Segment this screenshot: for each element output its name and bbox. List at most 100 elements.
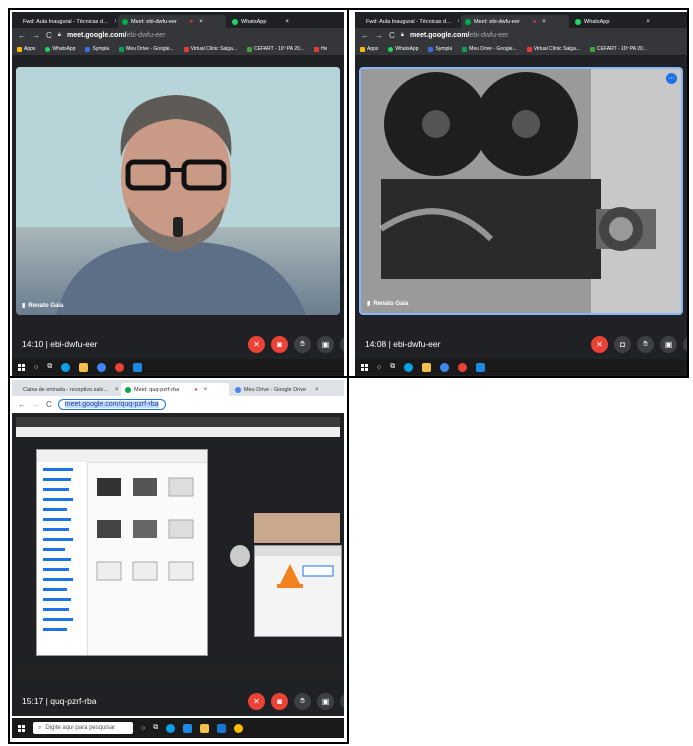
chrome-alt-icon[interactable] [458, 362, 468, 372]
mic-off-icon[interactable]: ✕ [248, 692, 265, 710]
pin-icon: ▮ [22, 303, 26, 309]
task-view-icon[interactable]: ⧉ [153, 724, 158, 732]
bookmark-sympla[interactable]: Sympla [85, 46, 109, 52]
camera-icon[interactable]: ◘ [614, 335, 631, 353]
chrome-icon[interactable] [97, 362, 107, 372]
bookmark-whatsapp[interactable]: WhatsApp [388, 46, 418, 52]
tab-email[interactable]: Fwd: Aula Inaugural - Técnicas d…× [359, 15, 459, 28]
camera-off-icon[interactable]: ◙ [271, 692, 288, 710]
chrome-alt-icon[interactable] [115, 362, 125, 372]
bookmark-drive[interactable]: Meu Drive - Google... [462, 46, 517, 52]
raise-hand-icon[interactable]: ✋︎ [294, 692, 311, 710]
grid-line-bottom [8, 742, 348, 744]
search-icon[interactable]: ○ [34, 364, 38, 371]
participant-name: ▮ Renato Gaia [22, 302, 64, 310]
meet-window-film-camera: Fwd: Aula Inaugural - Técnicas d…× Meet:… [355, 12, 687, 376]
screenshot-grid: Fwd: Aula Inaugural - Técnicas d…× Meet:… [8, 8, 689, 744]
camera-off-icon[interactable]: ◙ [271, 335, 288, 353]
tab-drive[interactable]: Meu Drive - Google Drive × [231, 383, 339, 396]
app-icon[interactable] [133, 362, 143, 372]
tab-email[interactable]: Fwd: Aula Inaugural - Técnicas d…× [16, 15, 116, 28]
windows-start-icon[interactable] [18, 363, 25, 371]
tab-email[interactable]: Caixa de entrada - receptivo.salv… × [16, 383, 119, 396]
windows-start-icon[interactable] [361, 363, 368, 371]
more-options-icon[interactable]: ⋯ [666, 73, 677, 84]
file-explorer-window [36, 449, 208, 656]
back-icon[interactable]: ← [18, 31, 26, 40]
bookmark-he[interactable]: He [313, 46, 327, 52]
bookmark-cefart[interactable]: CEFART - 10º PA 20... [247, 46, 304, 52]
pin-icon: ▮ [367, 301, 371, 307]
nested-address-bar [16, 427, 340, 437]
video-tile-renato[interactable]: ⋯ ▮ Renato Gaia [359, 67, 683, 315]
more-options-icon[interactable]: ⋮ [340, 335, 344, 353]
address-bar[interactable]: meet.google.com/ebi-dwfu-eer [410, 32, 508, 39]
edge-icon[interactable] [166, 723, 176, 733]
tab-meet[interactable]: Meet: ebi-dwfu-eer ● × [461, 15, 569, 28]
tab-meet[interactable]: Meet: ebi-dwfu-eer ● × [118, 15, 226, 28]
more-options-icon[interactable]: ⋮ [340, 692, 344, 710]
task-view-icon[interactable]: ⧉ [390, 363, 395, 371]
bookmark-apps[interactable]: Apps [360, 46, 378, 52]
windows-start-icon[interactable] [18, 724, 25, 732]
participant-video [16, 67, 340, 315]
cortana-icon[interactable]: ○ [141, 725, 145, 732]
search-icon[interactable]: ○ [377, 364, 381, 371]
media-player-window [254, 545, 342, 637]
nested-browser-tabs [16, 417, 340, 427]
edge-icon[interactable] [61, 362, 71, 372]
raise-hand-icon[interactable]: ✋︎ [294, 335, 311, 353]
forward-icon[interactable]: → [375, 31, 383, 40]
reload-icon[interactable]: C [46, 31, 52, 40]
raise-hand-icon[interactable]: ✋︎ [637, 335, 654, 353]
present-icon[interactable]: ▣ [317, 335, 334, 353]
address-bar[interactable]: meet.google.com/quq-pzrf-rba [57, 399, 166, 410]
mail-icon[interactable] [217, 723, 227, 733]
tab-whatsapp[interactable]: WhatsApp × [228, 15, 316, 28]
participant-name: ▮ Renato Gaia [367, 300, 409, 308]
back-icon[interactable]: ← [361, 31, 369, 40]
meeting-time-code: 15:17 | quq-pzrf-rba [22, 696, 97, 706]
present-icon[interactable]: ▣ [660, 335, 677, 353]
forward-icon[interactable]: → [32, 31, 40, 40]
bookmark-virtual[interactable]: Virtual Clínic Salga... [526, 46, 580, 52]
tab-meet[interactable]: Meet: quq-pzrf-rba ● × [121, 383, 229, 396]
address-bar[interactable]: meet.google.com/ebi-dwfu-eer [67, 32, 165, 39]
bookmark-apps[interactable]: Apps [17, 46, 35, 52]
grid-line-right [687, 8, 689, 378]
edge-icon[interactable] [404, 362, 414, 372]
participant-video [254, 513, 340, 543]
shared-screen[interactable] [16, 417, 342, 679]
grid-line-center [347, 8, 349, 744]
taskbar-search-input[interactable]: ⌕ Digite aqui para pesquisar [33, 722, 133, 734]
app-icon[interactable] [476, 362, 486, 372]
mic-off-icon[interactable]: ✕ [591, 335, 608, 353]
nested-taskbar [16, 665, 340, 679]
reload-icon[interactable]: C [46, 400, 52, 409]
film-camera-image [361, 69, 681, 313]
reload-icon[interactable]: C [389, 31, 395, 40]
grid-line-left [8, 8, 10, 744]
task-view-icon[interactable]: ⧉ [47, 363, 52, 371]
bookmark-cefart[interactable]: CEFART - 10º PA 20... [590, 46, 647, 52]
forward-icon[interactable]: → [32, 400, 40, 409]
tab-whatsapp[interactable]: WhatsApp × [571, 15, 679, 28]
chrome-icon[interactable] [234, 723, 244, 733]
bookmark-virtual[interactable]: Virtual Clínic Salga... [183, 46, 237, 52]
lock-icon: 🔒︎ [400, 32, 404, 38]
store-icon[interactable] [183, 723, 193, 733]
bookmark-whatsapp[interactable]: WhatsApp [45, 46, 75, 52]
back-icon[interactable]: ← [18, 400, 26, 409]
lock-icon: 🔒︎ [57, 32, 61, 38]
meeting-time-code: 14:08 | ebi-dwfu-eer [365, 339, 441, 349]
chrome-icon[interactable] [440, 362, 450, 372]
explorer-icon[interactable] [200, 723, 210, 733]
explorer-icon[interactable] [422, 362, 432, 372]
meeting-time-code: 14:10 | ebi-dwfu-eer [22, 339, 98, 349]
bookmark-sympla[interactable]: Sympla [428, 46, 452, 52]
bookmark-drive[interactable]: Meu Drive - Google... [119, 46, 174, 52]
present-icon[interactable]: ▣ [317, 692, 334, 710]
mic-off-icon[interactable]: ✕ [248, 335, 265, 353]
video-tile-renato[interactable]: ▮ Renato Gaia [16, 67, 340, 315]
explorer-icon[interactable] [79, 362, 89, 372]
